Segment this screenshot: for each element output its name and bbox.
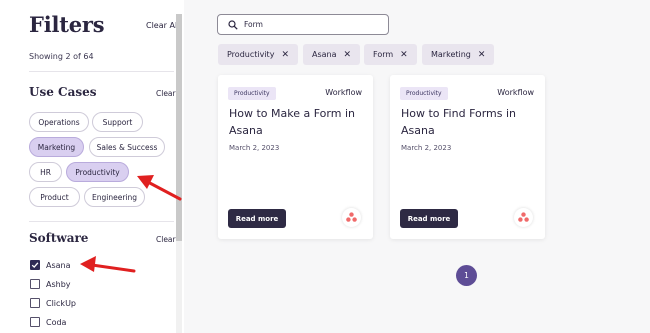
software-option-coda[interactable]: Coda xyxy=(30,317,66,327)
chip-support[interactable]: Support xyxy=(92,112,143,132)
chip-marketing[interactable]: Marketing xyxy=(29,137,84,157)
software-option-label: Asana xyxy=(46,260,71,270)
template-card[interactable]: Productivity Workflow How to Make a Form… xyxy=(218,75,373,239)
asana-logo-icon xyxy=(514,208,533,227)
results-count: Showing 2 of 64 xyxy=(29,52,94,61)
search-input[interactable]: Form xyxy=(217,14,389,35)
chip-operations[interactable]: Operations xyxy=(29,112,89,132)
chip-hr[interactable]: HR xyxy=(29,162,62,182)
software-option-clickup[interactable]: ClickUp xyxy=(30,298,76,308)
remove-filter-icon[interactable]: ✕ xyxy=(478,50,486,60)
software-clear-link[interactable]: Clear xyxy=(156,235,176,244)
annotation-arrow-icon xyxy=(137,175,182,201)
chip-productivity[interactable]: Productivity xyxy=(66,162,129,182)
card-title[interactable]: How to Find Forms in Asana xyxy=(401,105,539,139)
card-type: Workflow xyxy=(497,88,534,97)
remove-filter-icon[interactable]: ✕ xyxy=(400,50,408,60)
active-filter-tag: Form ✕ xyxy=(364,44,417,65)
category-badge: Productivity xyxy=(400,87,448,100)
divider xyxy=(29,221,174,222)
checkbox[interactable] xyxy=(30,317,40,327)
software-option-ashby[interactable]: Ashby xyxy=(30,279,71,289)
sidebar-scrollbar-thumb[interactable] xyxy=(176,14,182,241)
divider xyxy=(29,71,174,72)
card-date: March 2, 2023 xyxy=(229,144,280,152)
chip-product[interactable]: Product xyxy=(29,187,80,207)
active-filter-label: Marketing xyxy=(431,50,471,59)
active-filter-label: Asana xyxy=(312,50,337,59)
annotation-arrow-icon xyxy=(80,256,136,273)
template-card[interactable]: Productivity Workflow How to Find Forms … xyxy=(390,75,545,239)
active-filter-tag: Asana ✕ xyxy=(303,44,361,65)
checkbox-checked[interactable] xyxy=(30,260,40,270)
active-filter-tag: Productivity ✕ xyxy=(218,44,298,65)
use-cases-clear-link[interactable]: Clear xyxy=(156,89,176,98)
card-title[interactable]: How to Make a Form in Asana xyxy=(229,105,367,139)
checkbox[interactable] xyxy=(30,298,40,308)
filters-sidebar: Filters Clear All Showing 2 of 64 Use Ca… xyxy=(0,0,184,333)
read-more-button[interactable]: Read more xyxy=(400,209,458,228)
software-title: Software xyxy=(29,231,89,245)
software-option-label: Ashby xyxy=(46,279,71,289)
card-date: March 2, 2023 xyxy=(401,144,452,152)
search-icon xyxy=(228,19,238,30)
software-option-label: Coda xyxy=(46,317,67,327)
checkbox[interactable] xyxy=(30,279,40,289)
category-badge: Productivity xyxy=(228,87,276,100)
remove-filter-icon[interactable]: ✕ xyxy=(281,50,289,60)
software-option-label: ClickUp xyxy=(46,298,76,308)
active-filter-label: Form xyxy=(373,50,394,59)
use-cases-title: Use Cases xyxy=(29,85,97,99)
software-option-asana[interactable]: Asana xyxy=(30,260,71,270)
pagination-page-button[interactable]: 1 xyxy=(456,265,477,286)
active-filter-tag: Marketing ✕ xyxy=(422,44,495,65)
remove-filter-icon[interactable]: ✕ xyxy=(344,50,352,60)
card-type: Workflow xyxy=(325,88,362,97)
search-value: Form xyxy=(244,20,263,29)
clear-all-link[interactable]: Clear All xyxy=(146,21,179,30)
chip-sales-success[interactable]: Sales & Success xyxy=(89,137,165,157)
read-more-button[interactable]: Read more xyxy=(228,209,286,228)
active-filter-label: Productivity xyxy=(227,50,275,59)
filters-title: Filters xyxy=(29,12,105,37)
checkmark-icon xyxy=(31,262,39,269)
asana-logo-icon xyxy=(342,208,361,227)
